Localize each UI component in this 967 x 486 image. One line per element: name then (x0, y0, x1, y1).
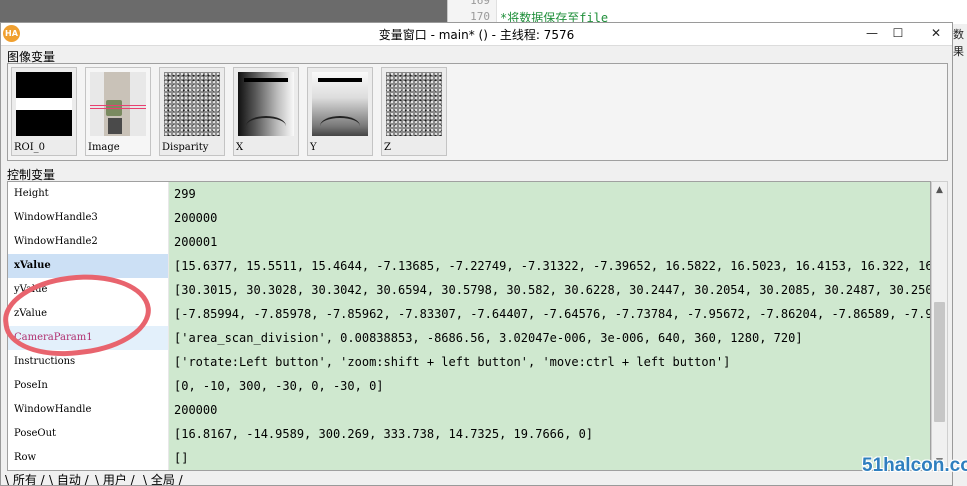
variable-value: 200000 (168, 206, 930, 230)
thumb-caption: Z (384, 142, 391, 153)
thumb-caption: Y (310, 142, 317, 153)
table-row-selected[interactable]: xValue [15.6377, 15.5511, 15.4644, -7.13… (8, 254, 930, 278)
vertical-scrollbar[interactable]: ▲ ▼ (931, 181, 948, 471)
table-row[interactable]: PoseIn [0, -10, 300, -30, 0, -30, 0] (8, 374, 930, 398)
scroll-up-icon[interactable]: ▲ (932, 182, 947, 198)
variable-value: 299 (168, 182, 930, 206)
table-row[interactable]: WindowHandle3 200000 (8, 206, 930, 230)
table-row[interactable]: Row [] (8, 446, 930, 470)
variable-value: 200001 (168, 230, 930, 254)
variable-value: [16.8167, -14.9589, 300.269, 333.738, 14… (168, 422, 930, 446)
site-watermark: 51halcon.com (862, 455, 967, 476)
table-row[interactable]: CameraParam1 ['area_scan_division', 0.00… (8, 326, 930, 350)
close-button[interactable]: ✕ (923, 24, 949, 42)
line-number: 169 (470, 0, 490, 7)
variable-value: [0, -10, 300, -30, 0, -30, 0] (168, 374, 930, 398)
tab-all[interactable]: \ 所有 / (5, 472, 45, 485)
thumb-caption: X (236, 142, 244, 153)
image-thumb-z[interactable]: Z (381, 67, 447, 156)
camera-image-preview (90, 72, 146, 136)
table-row[interactable]: Height 299 (8, 182, 930, 206)
roi-preview (16, 72, 72, 136)
minimize-button[interactable]: — (859, 24, 885, 42)
variable-scope-tabs: \ 所有 / \ 自动 / \ 用户 / \ 全局 / (1, 472, 952, 485)
window-titlebar[interactable]: HA 变量窗口 - main* () - 主线程: 7576 — ☐ ✕ (1, 23, 952, 46)
variable-name: WindowHandle3 (8, 206, 168, 230)
z-image-preview (386, 72, 442, 136)
image-thumb-y[interactable]: Y (307, 67, 373, 156)
variable-window: HA 变量窗口 - main* () - 主线程: 7576 — ☐ ✕ 图像变… (0, 22, 953, 486)
image-variables-gallery: ROI_0 Image Disparity X Y Z (7, 63, 948, 161)
variable-name: WindowHandle2 (8, 230, 168, 254)
image-thumb-x[interactable]: X (233, 67, 299, 156)
thumb-caption: ROI_0 (14, 142, 46, 153)
variable-value: 200000 (168, 398, 930, 422)
variable-value: ['rotate:Left button', 'zoom:shift + lef… (168, 350, 930, 374)
variable-value: [-7.85994, -7.85978, -7.85962, -7.83307,… (168, 302, 930, 326)
line-number-gutter: 169 170 (448, 0, 497, 24)
control-variables-table: Height 299 WindowHandle3 200000 WindowHa… (7, 181, 931, 471)
image-thumb-roi0[interactable]: ROI_0 (11, 67, 77, 156)
edge-text: 数 (953, 28, 964, 41)
y-image-preview (312, 72, 368, 136)
edge-text: 果 (953, 45, 964, 58)
thumb-caption: Image (88, 142, 120, 153)
variable-name: Row (8, 446, 168, 470)
maximize-button[interactable]: ☐ (885, 24, 911, 42)
scrollbar-thumb[interactable] (934, 302, 945, 422)
variable-value: [30.3015, 30.3028, 30.3042, 30.6594, 30.… (168, 278, 930, 302)
table-row[interactable]: WindowHandle2 200001 (8, 230, 930, 254)
variable-value: ['area_scan_division', 0.00838853, -8686… (168, 326, 930, 350)
variable-name: PoseIn (8, 374, 168, 398)
variable-name: WindowHandle (8, 398, 168, 422)
x-image-preview (238, 72, 294, 136)
tab-global[interactable]: \ 全局 / (143, 472, 183, 485)
image-thumb-disparity[interactable]: Disparity (159, 67, 225, 156)
code-editor-background: 169 170 *将数据保存至file (447, 0, 967, 25)
table-row[interactable]: WindowHandle 200000 (8, 398, 930, 422)
table-row[interactable]: PoseOut [16.8167, -14.9589, 300.269, 333… (8, 422, 930, 446)
variable-value: [] (168, 446, 930, 470)
disparity-preview (164, 72, 220, 136)
image-thumb-image[interactable]: Image (85, 67, 151, 156)
variable-name: Height (8, 182, 168, 206)
table-row[interactable]: Instructions ['rotate:Left button', 'zoo… (8, 350, 930, 374)
window-title: 变量窗口 - main* () - 主线程: 7576 (378, 28, 575, 42)
tab-auto[interactable]: \ 自动 / (49, 472, 89, 485)
thumb-caption: Disparity (162, 142, 209, 153)
tab-user[interactable]: \ 用户 / (95, 472, 135, 485)
variable-value: [15.6377, 15.5511, 15.4644, -7.13685, -7… (168, 254, 930, 278)
variable-name: PoseOut (8, 422, 168, 446)
